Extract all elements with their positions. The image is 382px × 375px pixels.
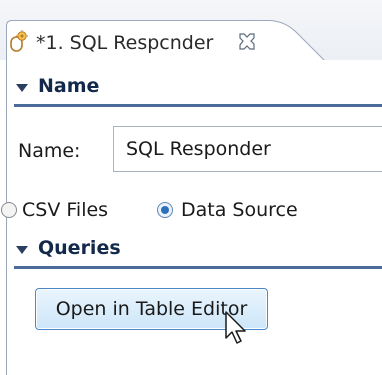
section-divider bbox=[14, 266, 382, 269]
editor-tab-strip: *1. SQL Respcnder bbox=[0, 0, 382, 62]
editor-tab-title: *1. SQL Respcnder bbox=[36, 32, 214, 54]
expand-twisty-icon[interactable] bbox=[16, 245, 28, 255]
close-icon[interactable] bbox=[236, 31, 258, 53]
sql-responder-editor: *1. SQL Respcnder Name Name: SQL Respond… bbox=[0, 0, 382, 375]
radio-unselected-icon[interactable] bbox=[0, 201, 18, 219]
mouse-pointer-icon bbox=[225, 311, 246, 344]
section-title-name: Name bbox=[38, 75, 100, 97]
name-input[interactable]: SQL Responder bbox=[113, 126, 382, 172]
section-header-name[interactable]: Name bbox=[14, 74, 382, 102]
section-divider bbox=[14, 104, 382, 107]
section-header-queries[interactable]: Queries bbox=[14, 236, 382, 264]
name-field-label: Name: bbox=[18, 140, 81, 162]
expand-twisty-icon[interactable] bbox=[16, 83, 28, 93]
responder-icon bbox=[10, 30, 28, 52]
radio-label-data-source: Data Source bbox=[181, 199, 298, 221]
section-title-queries: Queries bbox=[38, 237, 121, 259]
radio-label-csv-files: CSV Files bbox=[22, 199, 109, 221]
radio-selected-icon[interactable] bbox=[156, 201, 174, 219]
